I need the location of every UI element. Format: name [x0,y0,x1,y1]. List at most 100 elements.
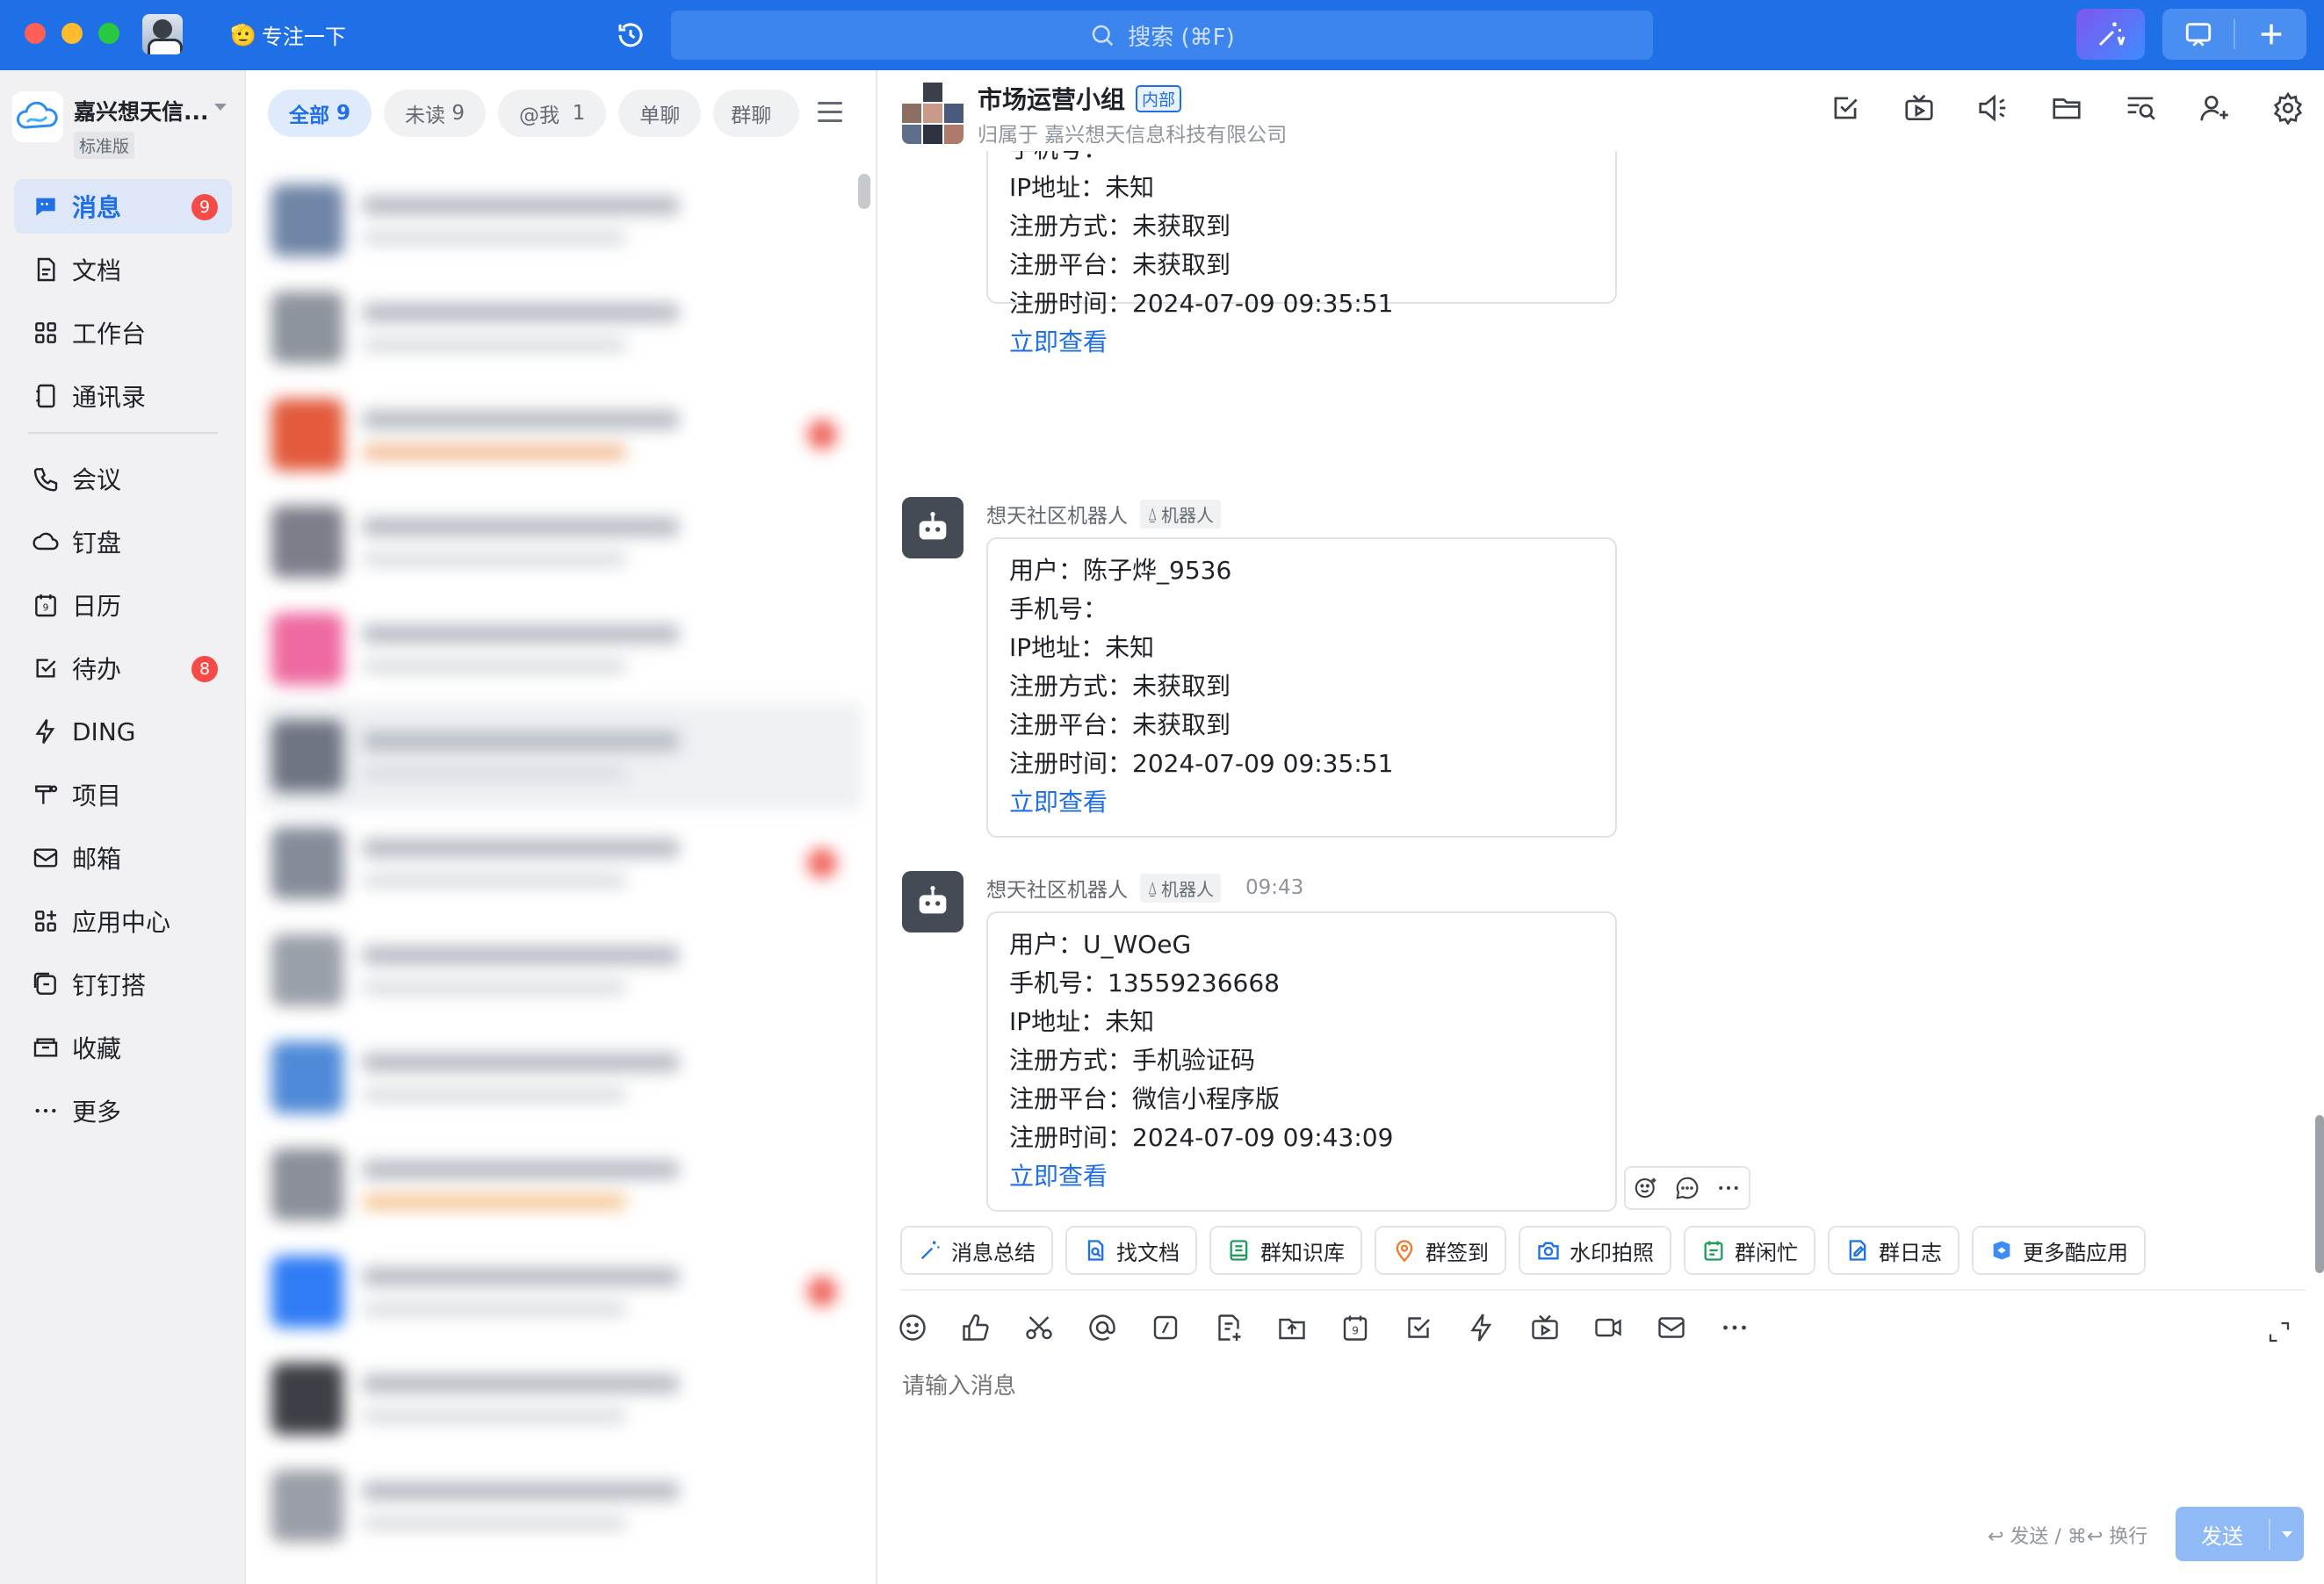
search-icon [1092,25,1114,47]
ai-assistant-button[interactable] [2076,9,2145,60]
send-options-dropdown[interactable] [2270,1530,2304,1537]
list-menu-icon[interactable] [818,102,842,123]
emoji-icon[interactable] [897,1312,928,1343]
sidebar-item-docs[interactable]: 文档 [14,242,232,297]
live-tv-icon[interactable] [1902,91,1936,125]
quick-action-availability[interactable]: 群闲忙 [1684,1226,1815,1275]
list-item[interactable] [247,167,862,274]
quick-action-group-log[interactable]: 群日志 [1828,1226,1960,1275]
list-item[interactable] [247,274,862,381]
emoji-reaction-icon[interactable] [1633,1175,1659,1201]
message-bubble[interactable]: 用户：U_WOeG 手机号：13559236668 IP地址：未知 注册方式：手… [986,911,1617,1212]
scissors-icon[interactable] [1023,1312,1055,1343]
sender-name[interactable]: 想天社区机器人 [986,873,1128,903]
folder-icon[interactable] [2050,91,2083,125]
list-item[interactable] [247,1345,862,1452]
list-item[interactable] [247,1131,862,1238]
user-avatar[interactable] [142,14,183,54]
list-scrollbar[interactable] [858,174,870,209]
sidebar-item-calendar[interactable]: 9 日历 [14,578,232,632]
list-item[interactable] [247,1238,862,1345]
task-check-icon[interactable] [1403,1312,1434,1343]
status-button[interactable]: 🫡 专注一下 [230,19,346,50]
message-bubble[interactable]: 手机号： IP地址：未知 注册方式：未获取到 注册平台：未获取到 注册时间：20… [986,151,1617,356]
message-input[interactable] [902,1373,2219,1400]
filter-single-chat[interactable]: 单聊 [618,90,702,137]
reply-bubble-icon[interactable] [1674,1175,1700,1201]
screen-share-button[interactable] [2162,9,2234,60]
slash-command-icon[interactable] [1150,1312,1181,1343]
view-now-link[interactable]: 立即查看 [1009,323,1594,362]
view-now-link[interactable]: 立即查看 [1009,1157,1594,1196]
settings-icon[interactable] [2271,91,2305,125]
sidebar-item-todo[interactable]: 待办 8 [14,641,232,695]
quick-action-knowledge-base[interactable]: 群知识库 [1209,1226,1362,1275]
meeting-icon [33,468,58,492]
close-window-button[interactable] [25,23,46,44]
history-icon[interactable] [615,19,646,51]
filter-all[interactable]: 全部 9 [268,90,372,137]
ding-bolt-icon[interactable] [1466,1312,1498,1343]
sidebar-item-lowcode[interactable]: 钉钉搭 [14,957,232,1012]
filter-unread[interactable]: 未读 9 [384,90,486,137]
filter-group-chat[interactable]: 群聊 [713,90,800,137]
mention-icon[interactable] [1086,1312,1118,1343]
sidebar-item-mail[interactable]: 邮箱 [14,831,232,885]
quick-action-check-in[interactable]: 群签到 [1375,1226,1506,1275]
thumbs-up-icon[interactable] [960,1312,992,1343]
list-item[interactable] [247,488,862,595]
sidebar-item-contacts[interactable]: 通讯录 [14,369,232,423]
search-history-icon[interactable] [2124,91,2157,125]
todo-check-icon[interactable] [1829,91,1862,125]
maximize-window-button[interactable] [98,23,119,44]
group-avatar[interactable] [902,83,964,144]
sidebar-item-app-center[interactable]: 应用中心 [14,894,232,948]
global-search-input[interactable]: 搜索 (⌘F) [671,11,1653,60]
minimize-window-button[interactable] [61,23,83,44]
sender-name[interactable]: 想天社区机器人 [986,499,1128,529]
list-item[interactable] [247,595,862,702]
bot-avatar[interactable] [902,497,964,558]
list-item[interactable] [247,810,862,917]
sidebar-item-ding[interactable]: DING [14,704,232,759]
bot-avatar[interactable] [902,871,964,932]
list-item[interactable] [247,1024,862,1131]
mail-send-icon[interactable] [1656,1312,1687,1343]
list-item[interactable] [247,917,862,1024]
quick-action-watermark-photo[interactable]: 水印拍照 [1519,1226,1671,1275]
calendar-event-icon[interactable]: 9 [1339,1312,1371,1343]
expand-composer-icon[interactable] [2266,1319,2292,1345]
message-line: 注册时间：2024-07-09 09:43:09 [1009,1123,1394,1152]
list-item-selected[interactable] [263,702,862,810]
quick-action-find-doc[interactable]: 找文档 [1065,1226,1197,1275]
sidebar-item-more[interactable]: 更多 [14,1084,232,1138]
view-now-link[interactable]: 立即查看 [1009,783,1594,822]
filter-mention[interactable]: @我 1 [497,90,607,137]
quick-action-more-apps[interactable]: 更多酷应用 [1972,1226,2146,1275]
list-item[interactable] [247,381,862,488]
message-bubble[interactable]: 用户：陈子烨_9536 手机号： IP地址：未知 注册方式：未获取到 注册平台：… [986,537,1617,838]
message-line: 手机号：13559236668 [1009,968,1280,997]
announcement-icon[interactable] [1976,91,2010,125]
quick-action-summary[interactable]: 消息总结 [900,1226,1053,1275]
create-button[interactable] [2235,9,2306,60]
list-item[interactable] [247,1452,862,1559]
sidebar-item-favorites[interactable]: 收藏 [14,1020,232,1075]
sidebar-item-drive[interactable]: 钉盘 [14,515,232,569]
chat-title[interactable]: 市场运营小组 内部 [978,81,1182,116]
live-stream-icon[interactable] [1529,1312,1561,1343]
send-button[interactable]: 发送 [2176,1507,2304,1561]
sidebar-item-label: 日历 [72,592,122,621]
add-member-icon[interactable] [2198,91,2231,125]
sidebar-item-messages[interactable]: 消息 9 [14,179,232,234]
sidebar-item-workbench[interactable]: 工作台 [14,306,232,360]
video-call-icon[interactable] [1592,1312,1624,1343]
more-tools-icon[interactable] [1719,1312,1750,1343]
sidebar-item-meeting[interactable]: 会议 [14,451,232,506]
upload-folder-icon[interactable] [1276,1312,1308,1343]
more-actions-icon[interactable] [1715,1175,1742,1201]
org-switcher[interactable]: 嘉兴想天信... 标准版 [12,91,227,159]
chat-scrollbar[interactable] [2315,1115,2324,1273]
sidebar-item-project[interactable]: 项目 [14,767,232,822]
new-doc-icon[interactable] [1213,1312,1245,1343]
